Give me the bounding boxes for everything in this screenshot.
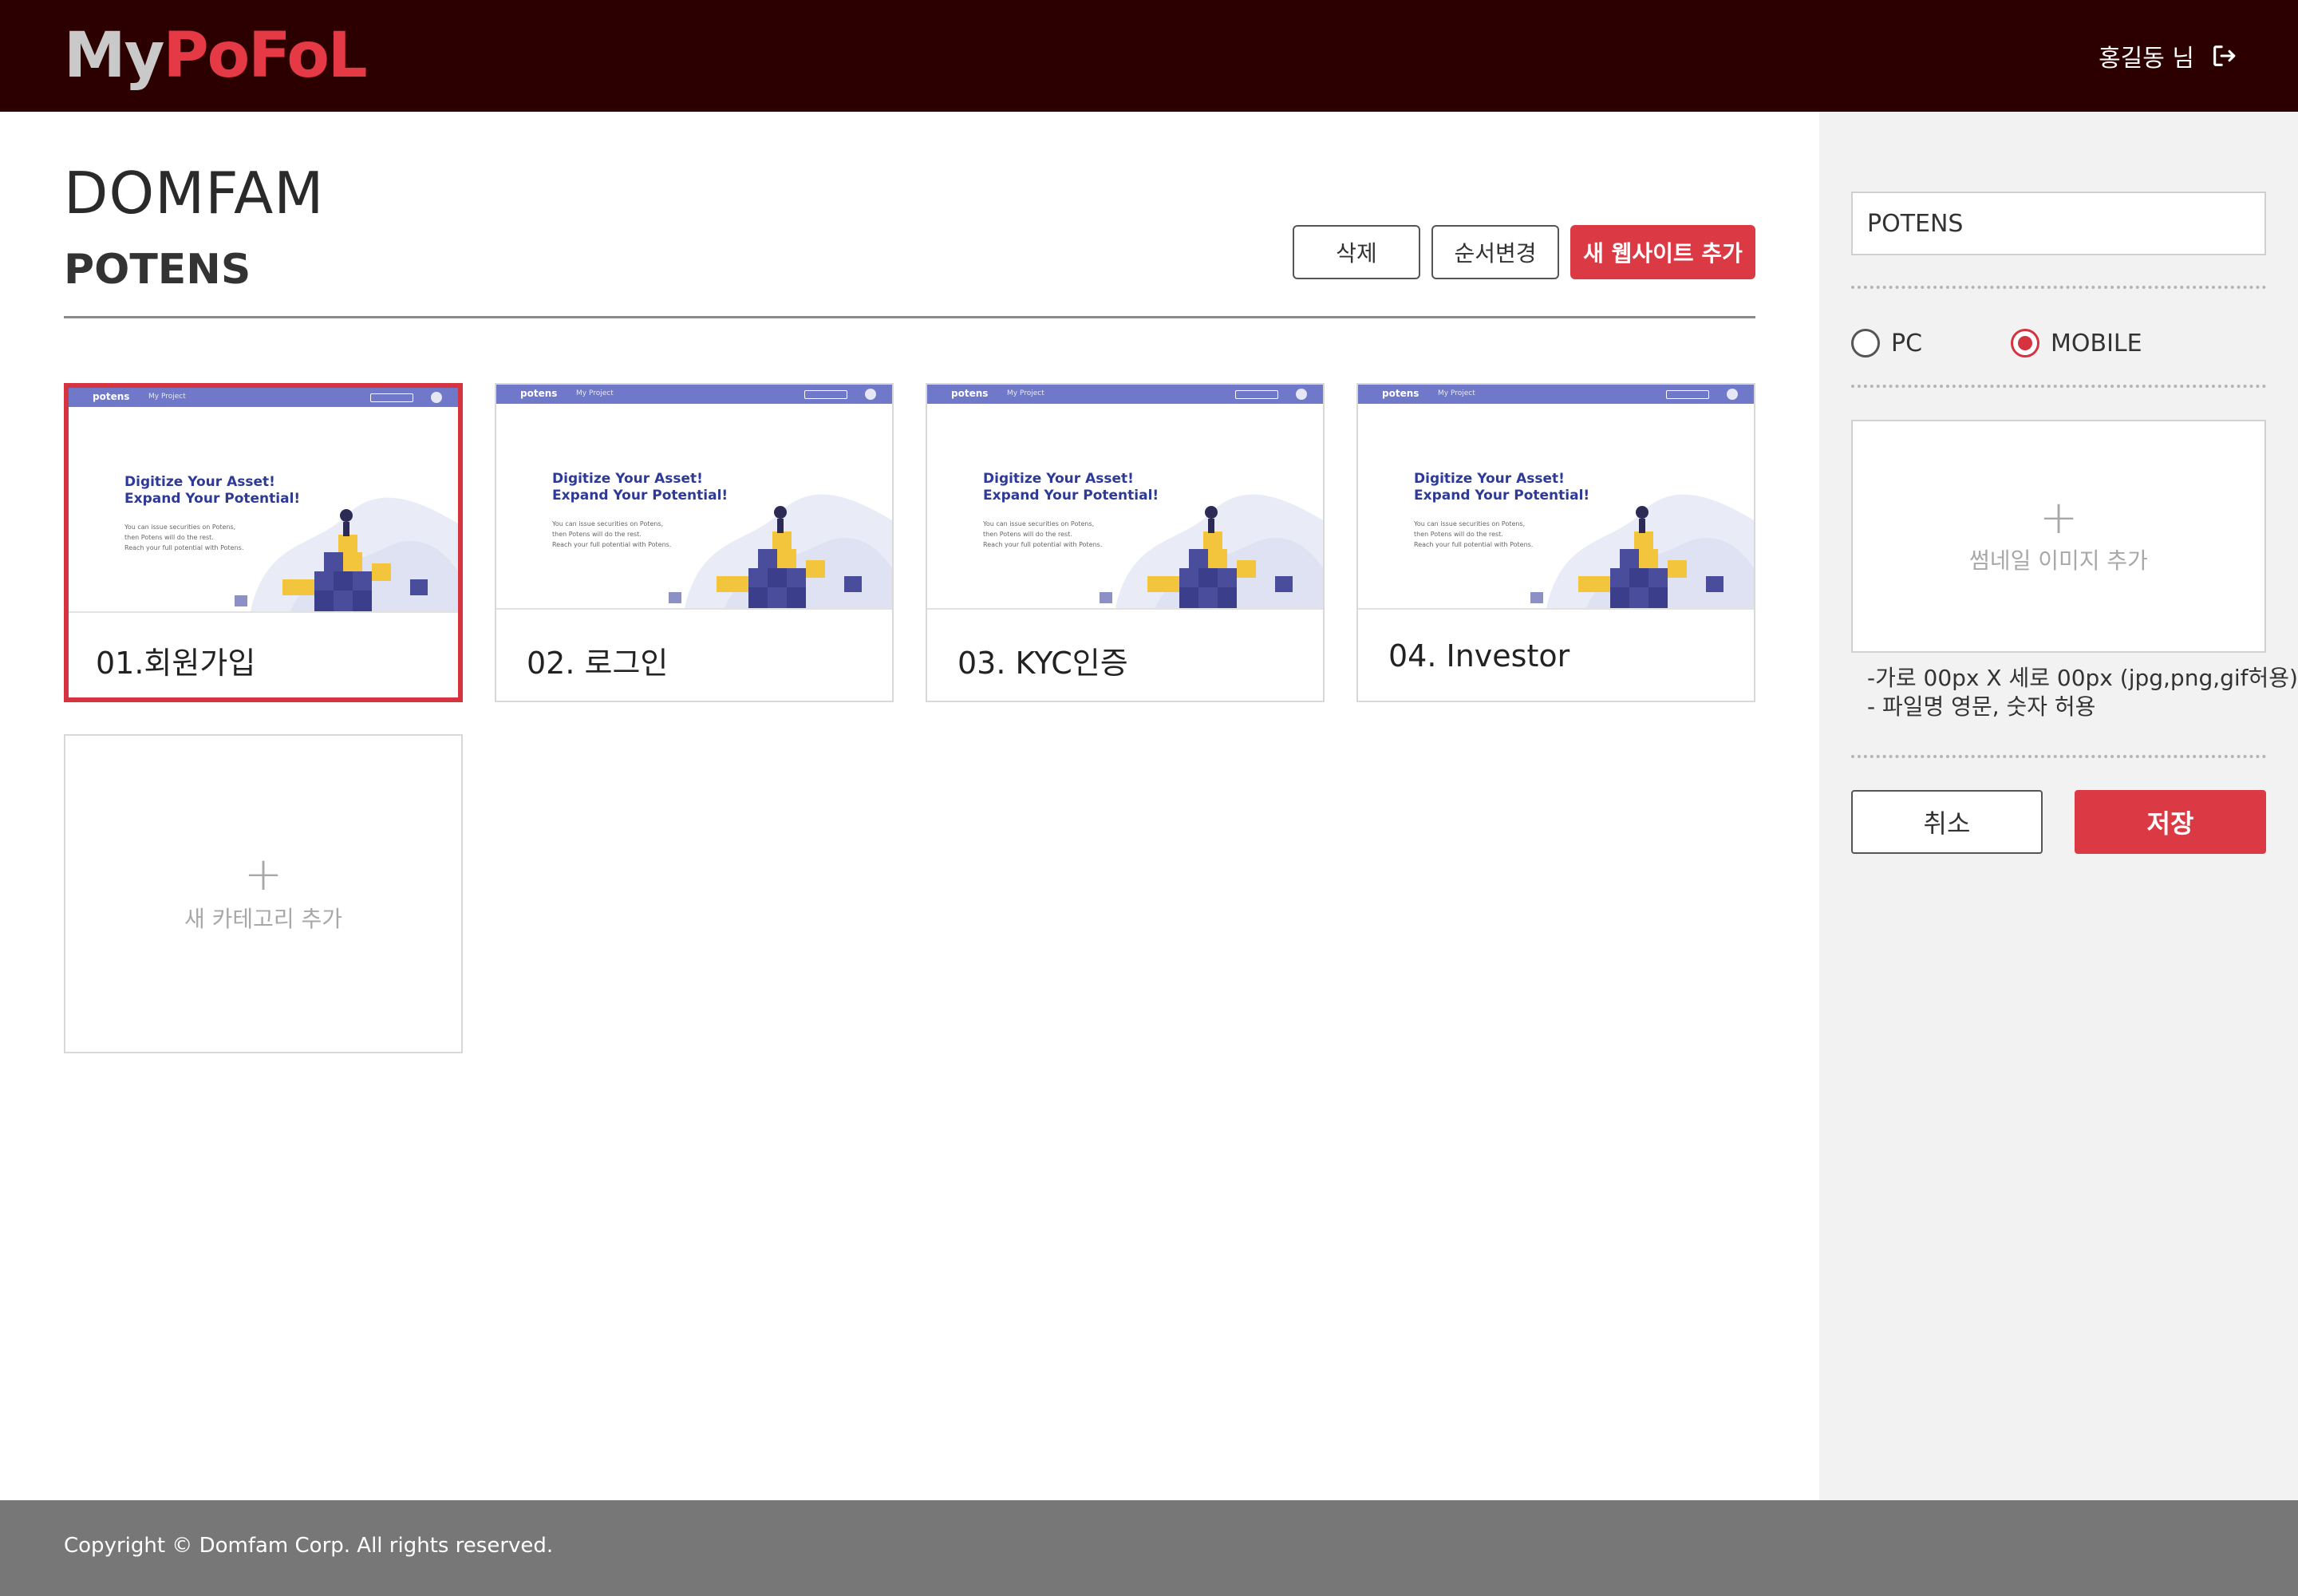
radio-mobile-label: MOBILE: [2051, 329, 2142, 358]
card-thumbnail: potens My Project Digitize Your Asset! E…: [927, 385, 1323, 610]
thumbnail-nav: My Project: [148, 393, 186, 401]
thumbnail-navbar: potens My Project: [69, 388, 458, 407]
user-name: 홍길동 님: [2099, 45, 2194, 73]
thumbnail-nav: My Project: [1438, 389, 1475, 397]
card-thumbnail: potens My Project Digitize Your Asset! E…: [69, 388, 458, 613]
thumbnail-avatar: [1296, 389, 1307, 400]
logo-my: My: [64, 20, 164, 92]
sidebar-divider: [1851, 286, 2266, 289]
page-card-3[interactable]: potens My Project Digitize Your Asset! E…: [926, 383, 1325, 702]
thumbnail-nav: My Project: [576, 389, 614, 397]
sidebar-divider: [1851, 385, 2266, 388]
top-header: MyPoFoL 홍길동 님: [0, 0, 2298, 112]
project-name-input[interactable]: [1851, 192, 2266, 255]
save-button[interactable]: 저장: [2075, 790, 2266, 854]
user-menu: 홍길동 님: [2099, 37, 2237, 75]
thumbnail-pill: [1235, 390, 1278, 399]
plus-icon: +: [2039, 490, 2079, 544]
logo-wordmark: MyPoFoL: [64, 24, 368, 88]
reorder-button[interactable]: 순서변경: [1431, 225, 1559, 279]
thumbnail-brand: potens: [520, 388, 558, 399]
radio-pc-circle[interactable]: [1851, 329, 1880, 358]
logout-icon[interactable]: [2210, 42, 2237, 69]
mypofol-logo[interactable]: MyPoFoL: [64, 24, 368, 88]
thumbnail-navbar: potens My Project: [496, 385, 892, 404]
radio-mobile-circle[interactable]: [2011, 329, 2039, 358]
thumbnail-brand: potens: [951, 388, 989, 399]
thumbnail-upload-box[interactable]: + 썸네일 이미지 추가: [1851, 420, 2266, 653]
thumbnail-pill: [804, 390, 847, 399]
upload-hint-filename: - 파일명 영문, 숫자 허용: [1867, 693, 2096, 720]
upload-hint-size: -가로 00px X 세로 00px (jpg,png,gif허용): [1867, 665, 2298, 691]
radio-pc[interactable]: PC: [1851, 329, 1922, 358]
card-label: 03. KYC인증: [958, 646, 1128, 681]
puzzle-illustration: [235, 497, 458, 611]
card-thumbnail: potens My Project Digitize Your Asset! E…: [496, 385, 892, 610]
thumbnail-brand: potens: [1382, 388, 1419, 399]
add-website-button[interactable]: 새 웹사이트 추가: [1570, 225, 1755, 279]
main-content: DOMFAM POTENS 삭제 순서변경 새 웹사이트 추가 potens M…: [0, 112, 1819, 1500]
plus-icon: +: [243, 847, 283, 901]
thumbnail-avatar: [865, 389, 876, 400]
thumbnail-nav: My Project: [1007, 389, 1044, 397]
add-category-label: 새 카테고리 추가: [184, 906, 343, 932]
thumbnail-pill: [1666, 390, 1709, 399]
card-label: 01.회원가입: [96, 646, 256, 681]
radio-pc-label: PC: [1891, 329, 1923, 358]
logo-pofol: PoFoL: [163, 20, 367, 92]
sidebar-divider: [1851, 755, 2266, 758]
card-label: 04. Investor: [1388, 638, 1570, 674]
thumbnail-pill: [370, 393, 413, 402]
cancel-button[interactable]: 취소: [1851, 790, 2043, 854]
page-card-1[interactable]: potens My Project Digitize Your Asset! E…: [64, 383, 463, 702]
edit-sidebar: PC MOBILE + 썸네일 이미지 추가 -가로 00px X 세로 00p…: [1819, 112, 2298, 1500]
thumbnail-navbar: potens My Project: [927, 385, 1323, 404]
header-divider: [64, 316, 1755, 318]
copyright-text: Copyright © Domfam Corp. All rights rese…: [64, 1534, 554, 1558]
puzzle-illustration: [1100, 494, 1323, 608]
thumbnail-navbar: potens My Project: [1358, 385, 1754, 404]
page-footer: Copyright © Domfam Corp. All rights rese…: [0, 1500, 2298, 1596]
view-mode-radio-group: PC MOBILE: [1851, 321, 2266, 369]
add-category-card[interactable]: + 새 카테고리 추가: [64, 734, 463, 1053]
puzzle-illustration: [1530, 494, 1754, 608]
project-subtitle: POTENS: [64, 246, 251, 294]
thumbnail-avatar: [1727, 389, 1738, 400]
page-card-2[interactable]: potens My Project Digitize Your Asset! E…: [495, 383, 894, 702]
thumbnail-brand: potens: [93, 391, 130, 402]
delete-button[interactable]: 삭제: [1293, 225, 1420, 279]
radio-mobile[interactable]: MOBILE: [2011, 329, 2142, 358]
action-toolbar: 삭제 순서변경 새 웹사이트 추가: [1293, 225, 1755, 279]
puzzle-illustration: [669, 494, 892, 608]
page-title: DOMFAM: [64, 160, 325, 227]
thumbnail-avatar: [431, 392, 442, 403]
sidebar-actions: 취소 저장: [1851, 790, 2266, 854]
page-card-4[interactable]: potens My Project Digitize Your Asset! E…: [1356, 383, 1755, 702]
card-label: 02. 로그인: [527, 646, 669, 681]
upload-label: 썸네일 이미지 추가: [1969, 547, 2148, 574]
card-thumbnail: potens My Project Digitize Your Asset! E…: [1358, 385, 1754, 610]
